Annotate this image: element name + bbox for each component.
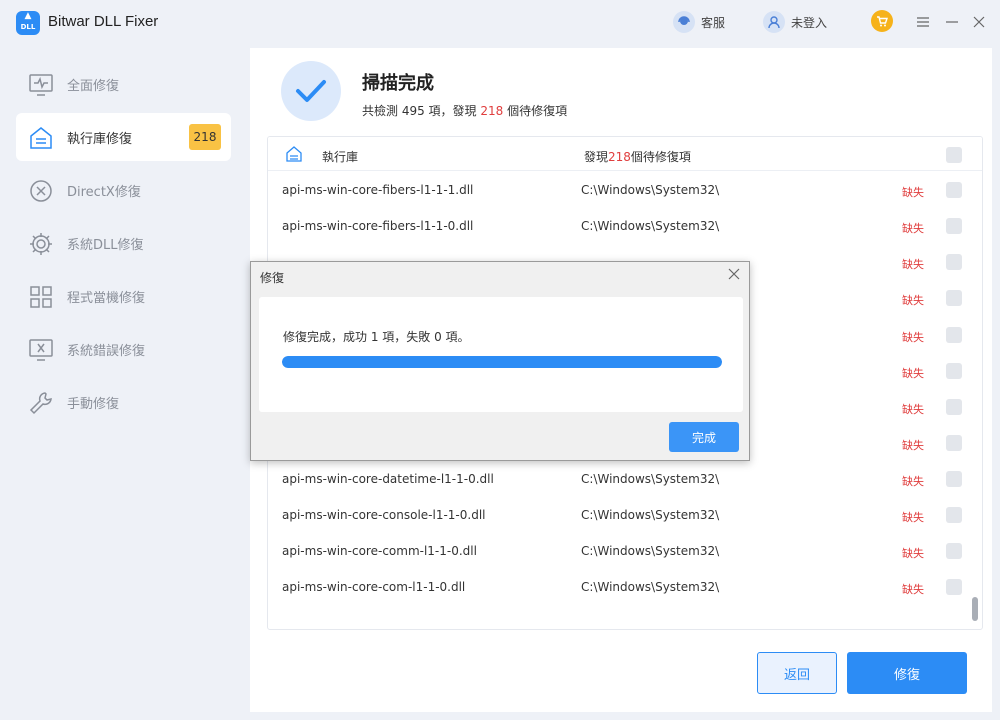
sidebar-item-label: 系統DLL修復 bbox=[67, 238, 144, 253]
dialog-body: 修復完成，成功 1 項，失敗 0 項。 bbox=[259, 297, 743, 412]
app-logo-icon: ▲ DLL bbox=[16, 11, 40, 35]
table-row: api-ms-win-core-fibers-l1-1-0.dll C:\Wind… bbox=[268, 209, 968, 245]
found-count: 218 bbox=[480, 104, 504, 118]
sidebar-item-library-repair[interactable]: 執行庫修復 218 bbox=[16, 113, 231, 161]
row-checkbox[interactable] bbox=[946, 470, 962, 487]
library-home-icon bbox=[28, 125, 54, 151]
sidebar-item-crash-repair[interactable]: 程式當機修復 bbox=[16, 272, 231, 320]
status-label: 缺失 bbox=[902, 438, 924, 452]
dll-path: C:\Windows\System32\ bbox=[581, 471, 720, 486]
row-checkbox[interactable] bbox=[946, 326, 962, 343]
dll-path: C:\Windows\System32\ bbox=[581, 544, 720, 559]
dll-name: api-ms-win-core-comm-l1-1-0.dll bbox=[282, 544, 477, 559]
row-checkbox[interactable] bbox=[946, 254, 962, 271]
scan-summary: 共檢測 495 項，發現 218 個待修復項 bbox=[362, 104, 568, 118]
scan-title: 掃描完成 bbox=[362, 73, 434, 94]
row-checkbox[interactable] bbox=[946, 398, 962, 415]
sidebar-item-label: 全面修復 bbox=[67, 79, 120, 94]
login-label: 未登入 bbox=[791, 15, 828, 30]
table-row: api-ms-win-core-fibers-l1-1-1.dll C:\Wind… bbox=[268, 173, 968, 209]
status-label: 缺失 bbox=[902, 258, 924, 272]
title-bar: ▲ DLL Bitwar DLL Fixer 客服 未登入 bbox=[0, 0, 1000, 46]
status-label: 缺失 bbox=[902, 366, 924, 380]
row-checkbox[interactable] bbox=[946, 362, 962, 379]
dll-name: api-ms-win-core-datetime-l1-1-0.dll bbox=[282, 471, 494, 486]
repair-button[interactable]: 修復 bbox=[847, 652, 967, 694]
table-row: api-ms-win-core-datetime-l1-1-0.dll C:\Wi… bbox=[268, 462, 968, 498]
repair-dialog: 修復 修復完成，成功 1 項，失敗 0 項。 完成 bbox=[250, 261, 750, 461]
sidebar-item-label: DirectX修復 bbox=[67, 185, 141, 200]
row-checkbox[interactable] bbox=[946, 579, 962, 596]
progress-fill bbox=[282, 356, 722, 368]
support-button[interactable]: 客服 bbox=[673, 11, 725, 33]
user-avatar-icon bbox=[763, 11, 785, 33]
dll-path: C:\Windows\System32\ bbox=[581, 219, 720, 234]
table-row: api-ms-win-core-com-l1-1-0.dll C:\Windows… bbox=[268, 570, 968, 606]
row-checkbox[interactable] bbox=[946, 507, 962, 523]
status-label: 缺失 bbox=[902, 547, 924, 561]
header-library: 執行庫 bbox=[322, 150, 359, 164]
status-label: 缺失 bbox=[902, 222, 924, 236]
table-row: api-ms-win-core-console-l1-1-0.dll C:\Win… bbox=[268, 498, 968, 534]
wrench-icon bbox=[28, 390, 54, 416]
login-button[interactable]: 未登入 bbox=[763, 11, 827, 33]
scrollbar[interactable] bbox=[972, 597, 978, 621]
menu-icon[interactable] bbox=[914, 13, 932, 31]
dll-name: api-ms-win-core-console-l1-1-0.dll bbox=[282, 508, 486, 522]
close-icon[interactable] bbox=[970, 13, 988, 31]
row-checkbox[interactable] bbox=[946, 543, 962, 560]
sidebar-item-manual-repair[interactable]: 手動修復 bbox=[16, 378, 231, 426]
gear-icon bbox=[28, 231, 54, 257]
sidebar: 全面修復 執行庫修復 218 DirectX修復 系統DLL修復 程式當機修復 … bbox=[0, 46, 250, 720]
cart-icon[interactable] bbox=[871, 10, 893, 32]
sidebar-item-label: 程式當機修復 bbox=[67, 291, 146, 306]
headset-icon bbox=[673, 11, 695, 33]
pulse-monitor-icon bbox=[28, 72, 54, 98]
library-home-icon bbox=[285, 146, 303, 166]
back-button[interactable]: 返回 bbox=[757, 652, 837, 694]
sidebar-item-directx-repair[interactable]: DirectX修復 bbox=[16, 166, 231, 214]
dialog-message: 修復完成，成功 1 項，失敗 0 項。 bbox=[283, 330, 470, 344]
row-checkbox[interactable] bbox=[946, 290, 962, 307]
status-label: 缺失 bbox=[902, 330, 924, 344]
dialog-title: 修復 bbox=[260, 271, 285, 285]
status-label: 缺失 bbox=[902, 294, 924, 308]
dll-path: C:\Windows\System32\ bbox=[581, 183, 720, 198]
sidebar-item-system-error-repair[interactable]: 系統錯誤修復 bbox=[16, 325, 231, 373]
count-badge: 218 bbox=[189, 124, 221, 150]
dll-name: api-ms-win-core-fibers-l1-1-0.dll bbox=[282, 219, 474, 234]
dll-path: C:\Windows\System32\ bbox=[581, 580, 720, 595]
row-checkbox[interactable] bbox=[946, 218, 962, 235]
table-row: api-ms-win-core-comm-l1-1-0.dll C:\Window… bbox=[268, 534, 968, 570]
sidebar-item-label: 系統錯誤修復 bbox=[67, 344, 146, 359]
select-all-checkbox[interactable] bbox=[946, 147, 962, 163]
row-checkbox[interactable] bbox=[946, 434, 962, 451]
check-icon bbox=[281, 61, 341, 121]
header-found: 發現218個待修復項 bbox=[584, 150, 691, 164]
sidebar-item-label: 執行庫修復 bbox=[67, 132, 133, 147]
status-label: 缺失 bbox=[902, 474, 924, 488]
support-label: 客服 bbox=[701, 15, 726, 30]
dll-name: api-ms-win-core-fibers-l1-1-1.dll bbox=[282, 183, 474, 198]
progress-bar bbox=[282, 356, 722, 368]
app-title: Bitwar DLL Fixer bbox=[48, 13, 159, 30]
sidebar-item-system-dll-repair[interactable]: 系統DLL修復 bbox=[16, 219, 231, 267]
status-label: 缺失 bbox=[902, 186, 924, 200]
done-button[interactable]: 完成 bbox=[669, 422, 739, 452]
status-label: 缺失 bbox=[902, 402, 924, 416]
row-checkbox[interactable] bbox=[946, 182, 962, 199]
x-monitor-icon bbox=[28, 337, 54, 363]
sidebar-item-full-repair[interactable]: 全面修復 bbox=[16, 60, 231, 108]
status-label: 缺失 bbox=[902, 511, 924, 524]
x-circle-icon bbox=[28, 178, 54, 204]
minimize-icon[interactable] bbox=[943, 13, 961, 31]
dll-path: C:\Windows\System32\ bbox=[581, 508, 720, 522]
grid-icon bbox=[28, 284, 54, 310]
table-header: 執行庫 發現218個待修復項 bbox=[268, 137, 982, 171]
sidebar-item-label: 手動修復 bbox=[67, 397, 120, 412]
status-label: 缺失 bbox=[902, 583, 924, 597]
dll-name: api-ms-win-core-com-l1-1-0.dll bbox=[282, 580, 466, 595]
close-icon[interactable] bbox=[726, 267, 742, 283]
